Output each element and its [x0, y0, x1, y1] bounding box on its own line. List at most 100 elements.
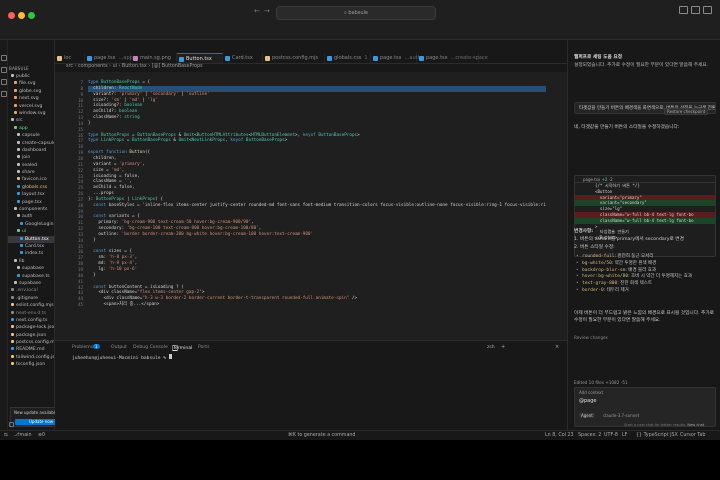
- search-icon[interactable]: [1, 67, 7, 73]
- panel-tab[interactable]: Ports: [198, 345, 210, 350]
- tree-item[interactable]: file.svg: [8, 80, 54, 87]
- tree-item[interactable]: README.md: [8, 346, 54, 353]
- tree-item[interactable]: eslint.config.mjs: [8, 302, 54, 309]
- editor-tab[interactable]: postcss.config.mjs: [263, 53, 325, 63]
- toggle-sidebar-icon[interactable]: [679, 6, 688, 14]
- terminal-output[interactable]: juheehun@juheeui-Macmini babsule %: [72, 354, 172, 361]
- forward-arrow-icon[interactable]: →: [264, 7, 270, 15]
- terminal-shell-label[interactable]: zsh: [487, 345, 495, 350]
- tree-item[interactable]: public: [8, 73, 54, 80]
- tree-item-label: supabase: [22, 266, 44, 272]
- editor-tab[interactable]: loc: [55, 53, 85, 63]
- editor-tab[interactable]: main.sg.png: [131, 53, 177, 63]
- file-icon: [17, 170, 20, 174]
- file-icon: [14, 88, 17, 92]
- tree-item[interactable]: Card.tsx: [8, 243, 54, 250]
- editor-tab[interactable]: page.tsx ...create-space: [417, 53, 488, 63]
- tree-item[interactable]: Button.tsx: [8, 235, 54, 243]
- editor-tab[interactable]: globals.css 1: [325, 53, 371, 63]
- new-chat-link[interactable]: New chat: [687, 423, 704, 427]
- tree-item[interactable]: favicon.ico: [8, 176, 54, 183]
- tree-item[interactable]: components: [8, 206, 54, 213]
- tree-item[interactable]: next.config.ts: [8, 317, 54, 324]
- minimize-window-button[interactable]: [18, 12, 25, 19]
- tree-item[interactable]: globals.css: [8, 184, 54, 191]
- zoom-window-button[interactable]: [28, 12, 35, 19]
- tree-item[interactable]: globe.svg: [8, 88, 54, 95]
- file-type-icon: [373, 56, 378, 61]
- tree-item[interactable]: sealed: [8, 162, 54, 169]
- editor-tab[interactable]: page.tsx ...app: [85, 53, 133, 63]
- tree-item[interactable]: supabase: [8, 265, 54, 272]
- chat-input-box[interactable]: Add context @page Agent claude-3.7-sonne…: [574, 387, 716, 427]
- bullet-text: : 진한 회색 텍스트: [617, 281, 653, 287]
- notification-bell-icon[interactable]: [9, 422, 14, 427]
- breadcrumb[interactable]: src › components › ui › Button.tsx › [@]…: [66, 64, 203, 69]
- tree-item[interactable]: page.tsx: [8, 199, 54, 206]
- toggle-panel-icon[interactable]: [691, 6, 700, 14]
- change-2: 2. 버튼 스타일 수정:: [574, 245, 615, 250]
- tree-item[interactable]: lib: [8, 258, 54, 265]
- review-changes-link[interactable]: Review changes: [574, 334, 716, 341]
- back-arrow-icon[interactable]: ←: [254, 7, 260, 15]
- command-center-search[interactable]: ⌕ babsule: [276, 6, 436, 20]
- tree-item[interactable]: supabase: [8, 280, 54, 287]
- tree-item[interactable]: next-env.d.ts: [8, 310, 54, 317]
- tree-item[interactable]: vercel.svg: [8, 103, 54, 110]
- agent-mode-select[interactable]: Agent: [579, 413, 595, 418]
- tree-item[interactable]: tailwind.config.js: [8, 354, 54, 361]
- close-panel-icon[interactable]: ×: [555, 344, 559, 350]
- tree-item-label: package-lock.json: [16, 325, 55, 331]
- tree-item[interactable]: GoogleLoginButt...: [8, 221, 54, 228]
- panel-tab[interactable]: Terminal: [172, 345, 192, 351]
- tree-item[interactable]: auth: [8, 213, 54, 220]
- code-content[interactable]: type ButtonBaseProps = { children: React…: [88, 80, 546, 308]
- tree-item-label: vercel.svg: [19, 103, 43, 109]
- editor-tab[interactable]: page.tsx ...auth: [371, 53, 421, 63]
- diff-file-name[interactable]: page.tsx: [583, 177, 600, 182]
- editor-tab[interactable]: Button.tsx: [177, 53, 223, 63]
- model-select[interactable]: claude-3.7-sonnet: [603, 413, 639, 418]
- tree-item[interactable]: src: [8, 117, 54, 124]
- editor-tab[interactable]: Card.tsx: [223, 53, 263, 63]
- panel-tab[interactable]: Problems: [72, 345, 93, 350]
- tree-item[interactable]: package-lock.json: [8, 324, 55, 331]
- chat-title: 헬퍼프로 세팅 도움 요청: [574, 55, 623, 60]
- toggle-aux-bar-icon[interactable]: [703, 6, 712, 14]
- tree-item[interactable]: next.svg: [8, 95, 54, 102]
- tree-item[interactable]: create-capsule: [8, 140, 54, 147]
- tree-item[interactable]: share: [8, 169, 54, 176]
- tree-item[interactable]: supabase.ts: [8, 273, 54, 280]
- close-window-button[interactable]: [8, 12, 15, 19]
- file-icon: [17, 162, 20, 166]
- code-editor[interactable]: 7 8 9 10 11 12 13 14 15 16 17 18 19 20 21 22 23 24 25 26 27 2…: [55, 72, 567, 340]
- tree-item[interactable]: .gitignore: [8, 295, 54, 302]
- tree-item[interactable]: dashboard: [8, 147, 54, 154]
- tree-item[interactable]: capsule: [8, 132, 54, 139]
- add-context-button[interactable]: Add context: [579, 390, 603, 395]
- file-icon: [14, 96, 17, 100]
- tree-item[interactable]: app: [8, 125, 54, 132]
- explorer-icon[interactable]: [1, 55, 7, 61]
- chat-input[interactable]: @page: [579, 398, 597, 404]
- edited-files-summary[interactable]: Edited 10 files +1082 -51: [574, 379, 716, 386]
- panel-tab[interactable]: Debug Console: [133, 345, 168, 350]
- extensions-icon[interactable]: [1, 91, 7, 97]
- source-control-icon[interactable]: [1, 79, 7, 85]
- tree-item[interactable]: tsconfig.json: [8, 361, 54, 368]
- file-type-icon: [57, 56, 62, 61]
- new-terminal-icon[interactable]: +: [501, 344, 505, 350]
- tree-item[interactable]: window.svg: [8, 110, 54, 117]
- tree-item[interactable]: layout.tsx: [8, 191, 54, 198]
- tree-item[interactable]: postcss.config.mjs: [8, 339, 54, 346]
- tree-item[interactable]: .env.local: [8, 287, 54, 294]
- tree-item[interactable]: ui: [8, 228, 54, 235]
- code-line: const baseStyles = 'inline-flex items-ce…: [93, 202, 546, 208]
- tree-item[interactable]: join: [8, 154, 54, 161]
- file-icon: [17, 214, 20, 218]
- restore-checkpoint-button[interactable]: Restore checkpoint: [664, 108, 709, 115]
- tree-item[interactable]: package.json: [8, 332, 54, 339]
- tree-item[interactable]: index.ts: [8, 250, 54, 257]
- panel-tab[interactable]: Output: [111, 345, 127, 350]
- tree-item-label: window.svg: [19, 110, 46, 116]
